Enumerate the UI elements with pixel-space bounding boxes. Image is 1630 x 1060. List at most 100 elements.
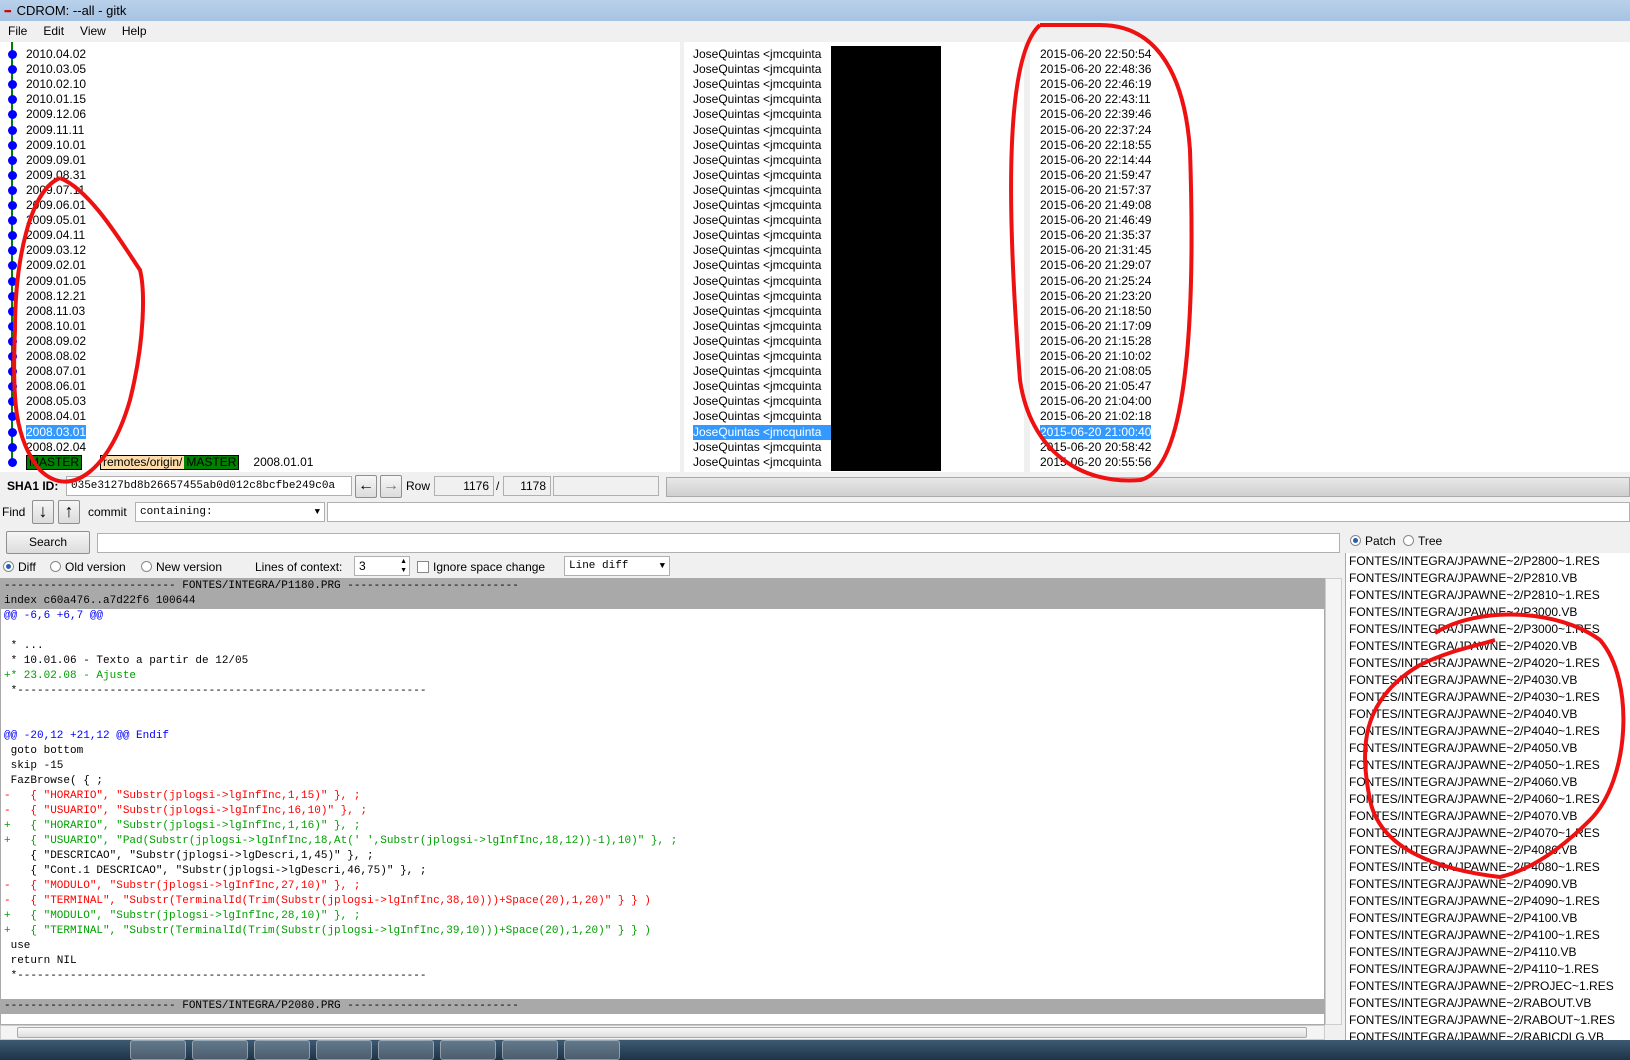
file-list-item[interactable]: FONTES/INTEGRA/JPAWNE~2/P4090~1.RES [1346, 893, 1630, 910]
file-list-item[interactable]: FONTES/INTEGRA/JPAWNE~2/P4090.VB [1346, 876, 1630, 893]
commit-row[interactable]: 2008.09.02 [26, 334, 86, 349]
commit-row[interactable]: 2009.01.05 [26, 274, 86, 289]
find-type[interactable]: commit [88, 505, 127, 519]
commit-author[interactable]: JoseQuintas <jmcquinta [693, 107, 831, 122]
commit-date-row[interactable]: 2015-06-20 22:43:11 [1040, 92, 1151, 107]
commit-date-row[interactable]: 2015-06-20 21:05:47 [1040, 379, 1151, 394]
commit-author[interactable]: JoseQuintas <jmcquinta [693, 379, 831, 394]
commit-node-icon[interactable] [8, 457, 17, 467]
file-list-item[interactable]: FONTES/INTEGRA/JPAWNE~2/P4040.VB [1346, 706, 1630, 723]
find-input[interactable] [327, 502, 1630, 522]
commit-row[interactable]: 2009.11.11 [26, 123, 84, 138]
file-list-item[interactable]: FONTES/INTEGRA/JPAWNE~2/P4050~1.RES [1346, 757, 1630, 774]
commit-row[interactable]: 2009.05.01 [26, 213, 86, 228]
file-list-item[interactable]: FONTES/INTEGRA/JPAWNE~2/P4070.VB [1346, 808, 1630, 825]
commit-author[interactable]: JoseQuintas <jmcquinta [693, 228, 831, 243]
find-mode-select[interactable]: containing: ▼ [135, 502, 325, 522]
diff-vertical-scrollbar[interactable] [1325, 578, 1342, 1025]
commit-node-icon[interactable] [8, 352, 17, 361]
commit-date-row[interactable]: 2015-06-20 21:59:47 [1040, 168, 1151, 183]
find-next-button[interactable]: ↓ [32, 500, 54, 524]
commit-node-icon[interactable] [8, 185, 17, 195]
file-list-item[interactable]: FONTES/INTEGRA/JPAWNE~2/P4070~1.RES [1346, 825, 1630, 842]
commit-node-icon[interactable] [8, 306, 17, 316]
diff-radio[interactable]: Diff [3, 560, 36, 574]
taskbar-explorer[interactable] [254, 1040, 310, 1060]
commit-node-icon[interactable] [8, 125, 17, 135]
commit-date-row[interactable]: 2015-06-20 20:55:56 [1040, 455, 1151, 470]
commit-node-icon[interactable] [8, 397, 17, 407]
commit-date-row[interactable]: 2015-06-20 21:25:24 [1040, 274, 1151, 289]
commit-row[interactable]: 2009.03.12 [26, 243, 86, 258]
commit-node-icon[interactable] [8, 382, 17, 392]
commit-date-row[interactable]: 2015-06-20 21:00:40 [1040, 424, 1152, 440]
commit-author[interactable]: JoseQuintas <jmcquinta [693, 304, 831, 319]
commit-row[interactable]: 2010.02.10 [26, 77, 86, 92]
commit-date-row[interactable]: 2015-06-20 22:14:44 [1040, 153, 1151, 168]
commit-node-icon[interactable] [8, 231, 17, 241]
menu-help[interactable]: Help [114, 24, 155, 38]
file-list-item[interactable]: FONTES/INTEGRA/JPAWNE~2/P2800~1.RES [1346, 553, 1630, 570]
commit-author[interactable]: JoseQuintas <jmcquinta [693, 183, 831, 198]
date-list[interactable]: 2015-06-20 22:50:54 2015-06-20 22:48:36 20… [1030, 42, 1630, 472]
search-button[interactable]: Search [6, 531, 90, 554]
commit-row[interactable]: 2009.09.01 [26, 153, 86, 168]
file-list-item[interactable]: FONTES/INTEGRA/JPAWNE~2/P4110.VB [1346, 944, 1630, 961]
find-prev-button[interactable]: ↑ [58, 500, 80, 524]
commit-node-icon[interactable] [8, 216, 17, 226]
diff-horizontal-scrollbar[interactable] [0, 1025, 1325, 1040]
commit-author[interactable]: JoseQuintas <jmcquinta [693, 168, 831, 183]
context-spinbox[interactable]: 3 ▲ ▼ [354, 556, 410, 576]
commit-node-icon[interactable] [8, 50, 17, 59]
commit-date-row[interactable]: 2015-06-20 21:04:00 [1040, 394, 1151, 409]
commit-author[interactable]: JoseQuintas <jmcquinta [693, 455, 831, 470]
file-list-item[interactable]: FONTES/INTEGRA/JPAWNE~2/P4100~1.RES [1346, 927, 1630, 944]
file-list-item[interactable]: FONTES/INTEGRA/JPAWNE~2/P4080~1.RES [1346, 859, 1630, 876]
forward-button[interactable]: → [380, 475, 402, 498]
commit-author[interactable]: JoseQuintas <jmcquinta [693, 153, 831, 168]
taskbar-paint[interactable] [564, 1040, 620, 1060]
commit-date-row[interactable]: 2015-06-20 21:46:49 [1040, 213, 1151, 228]
commit-node-icon[interactable] [8, 110, 17, 120]
commit-row[interactable]: 2008.08.02 [26, 349, 86, 364]
commit-row[interactable]: 2008.07.01 [26, 364, 86, 379]
file-list-item[interactable]: FONTES/INTEGRA/JPAWNE~2/RABOUT~1.RES [1346, 1012, 1630, 1029]
commit-date-row[interactable]: 2015-06-20 22:18:55 [1040, 138, 1151, 153]
commit-node-icon[interactable] [8, 246, 17, 256]
file-list-item[interactable]: FONTES/INTEGRA/JPAWNE~2/P4080.VB [1346, 842, 1630, 859]
file-list-item[interactable]: FONTES/INTEGRA/JPAWNE~2/P4100.VB [1346, 910, 1630, 927]
file-list-item[interactable]: FONTES/INTEGRA/JPAWNE~2/P2810.VB [1346, 570, 1630, 587]
commit-node-icon[interactable] [8, 321, 17, 331]
commit-date-row[interactable]: 2015-06-20 21:57:37 [1040, 183, 1151, 198]
commit-node-icon[interactable] [8, 336, 17, 346]
commit-date-row[interactable]: 2015-06-20 22:46:19 [1040, 77, 1151, 92]
author-list[interactable]: JoseQuintas <jmcquinta JoseQuintas <jmcqu… [684, 42, 1024, 472]
file-list-item[interactable]: FONTES/INTEGRA/JPAWNE~2/P4060.VB [1346, 774, 1630, 791]
commit-author[interactable]: JoseQuintas <jmcquinta [693, 258, 831, 273]
commit-node-icon[interactable] [8, 65, 17, 75]
commit-node-icon[interactable] [8, 291, 17, 301]
commit-node-icon[interactable] [8, 155, 17, 165]
commit-date-row[interactable]: 2015-06-20 21:10:02 [1040, 349, 1151, 364]
ref-tag[interactable]: MASTER [26, 454, 83, 470]
commit-row[interactable]: 2009.06.01 [26, 198, 86, 213]
commit-node-icon[interactable] [8, 80, 17, 90]
commit-date-row[interactable]: 2015-06-20 21:08:05 [1040, 364, 1151, 379]
commit-date-row[interactable]: 2015-06-20 21:17:09 [1040, 319, 1151, 334]
file-list-item[interactable]: FONTES/INTEGRA/JPAWNE~2/P4040~1.RES [1346, 723, 1630, 740]
commit-row[interactable]: 2009.08.31 [26, 168, 86, 183]
commit-node-icon[interactable] [8, 261, 17, 271]
commit-row[interactable]: 2008.05.03 [26, 394, 86, 409]
commit-author[interactable]: JoseQuintas <jmcquinta [693, 364, 831, 379]
menu-file[interactable]: File [0, 24, 35, 38]
commit-date-row[interactable]: 2015-06-20 21:29:07 [1040, 258, 1151, 273]
commit-row[interactable]: 2010.01.15 [26, 92, 86, 107]
file-list-item[interactable]: FONTES/INTEGRA/JPAWNE~2/P4060~1.RES [1346, 791, 1630, 808]
old-version-radio[interactable]: Old version [50, 560, 126, 574]
commit-node-icon[interactable] [8, 201, 17, 210]
back-button[interactable]: ← [355, 475, 377, 498]
commit-author[interactable]: JoseQuintas <jmcquinta [693, 62, 831, 77]
commit-node-icon[interactable] [8, 95, 17, 105]
commit-date-row[interactable]: 2015-06-20 21:02:18 [1040, 409, 1151, 424]
commit-node-icon[interactable] [8, 140, 17, 150]
